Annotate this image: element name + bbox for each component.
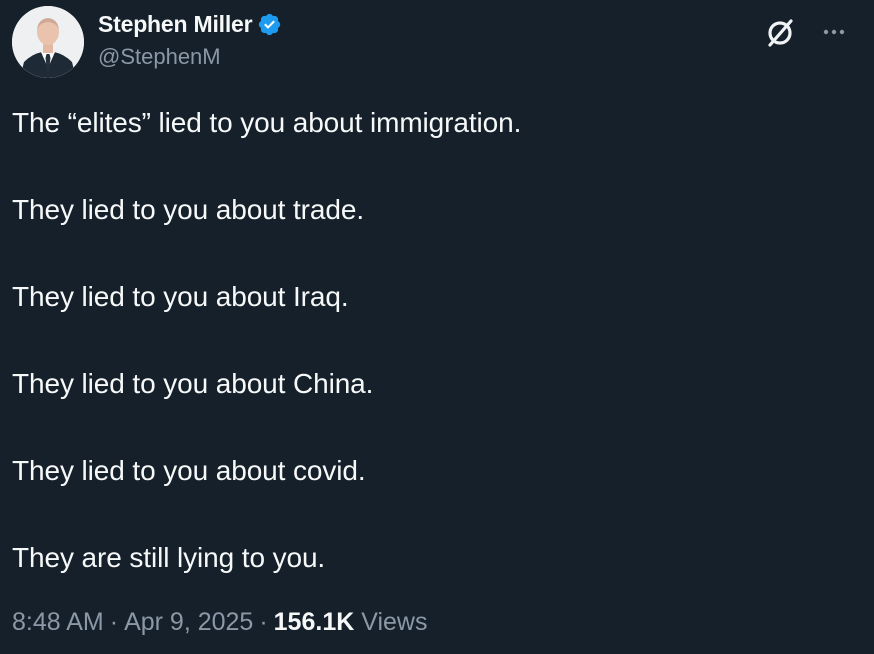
tweet-line: They are still lying to you.: [12, 542, 326, 573]
tweet-line: They lied to you about covid.: [12, 455, 366, 486]
tweet-header: Stephen Miller @StephenM: [12, 6, 858, 78]
meta-separator: ·: [109, 608, 119, 636]
tweet-meta: 8:48 AM · Apr 9, 2025 · 156.1K Views: [12, 608, 427, 637]
grok-icon[interactable]: [764, 16, 796, 48]
views-label[interactable]: Views: [361, 608, 427, 636]
more-options-icon[interactable]: [818, 16, 850, 48]
tweet-date[interactable]: Apr 9, 2025: [124, 608, 253, 636]
display-name[interactable]: Stephen Miller: [98, 11, 253, 38]
tweet-line: The “elites” lied to you about immigrati…: [12, 107, 522, 138]
avatar[interactable]: [12, 6, 84, 78]
tweet-text: The “elites” lied to you about immigrati…: [12, 103, 852, 625]
tweet-time[interactable]: 8:48 AM: [12, 608, 104, 636]
author-info: Stephen Miller @StephenM: [98, 9, 282, 70]
verified-badge-icon[interactable]: [257, 12, 282, 37]
views-count[interactable]: 156.1K: [274, 608, 355, 636]
author-handle[interactable]: @StephenM: [98, 44, 282, 70]
tweet-line: They lied to you about trade.: [12, 194, 364, 225]
meta-separator: ·: [259, 608, 268, 636]
display-name-row: Stephen Miller: [98, 9, 282, 39]
tweet-line: They lied to you about Iraq.: [12, 281, 349, 312]
tweet-line: They lied to you about China.: [12, 368, 374, 399]
